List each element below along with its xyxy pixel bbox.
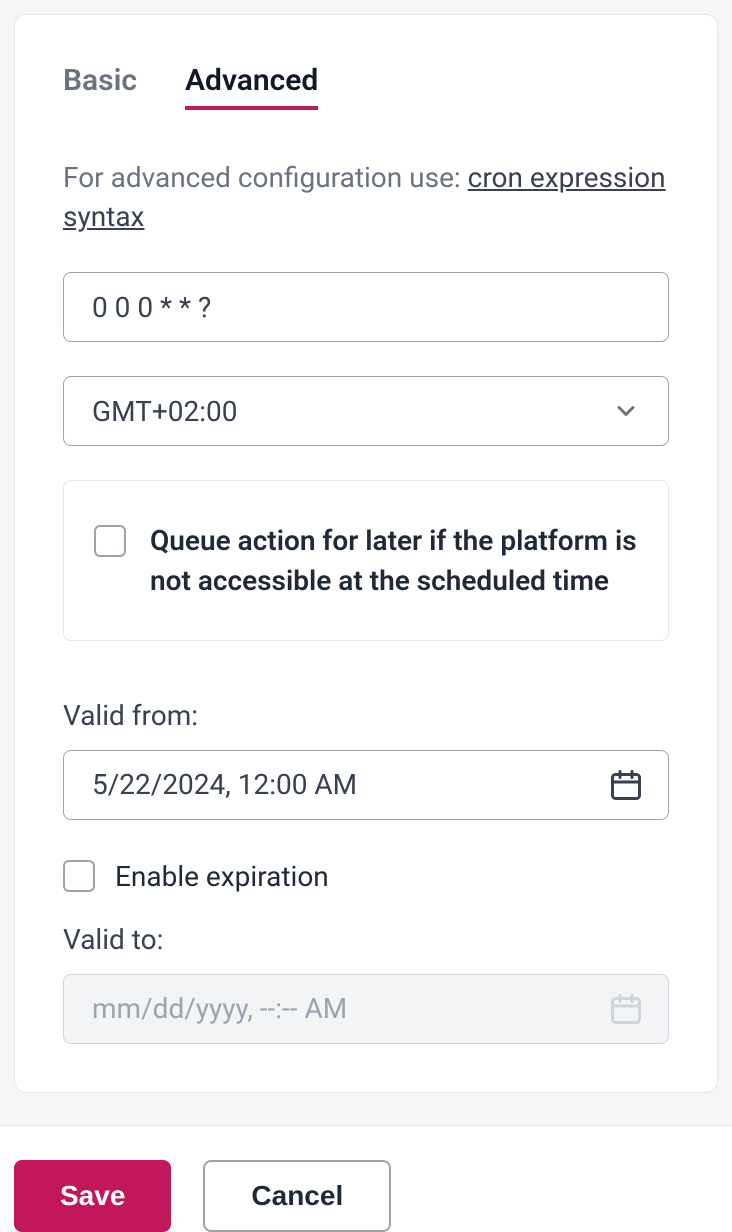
calendar-icon bbox=[608, 991, 644, 1027]
tab-advanced[interactable]: Advanced bbox=[185, 63, 318, 110]
help-prefix: For advanced configuration use: bbox=[63, 161, 468, 194]
tab-basic[interactable]: Basic bbox=[63, 63, 137, 110]
tabs: Basic Advanced bbox=[63, 63, 669, 110]
expiration-checkbox[interactable] bbox=[63, 860, 95, 892]
cron-input-wrapper bbox=[63, 272, 669, 342]
chevron-down-icon bbox=[612, 397, 640, 425]
timezone-value: GMT+02:00 bbox=[92, 395, 237, 428]
queue-label: Queue action for later if the platform i… bbox=[150, 521, 638, 599]
valid-to-label: Valid to: bbox=[63, 923, 669, 956]
valid-to-input: mm/dd/yyyy, --:-- AM bbox=[63, 974, 669, 1044]
footer: Save Cancel bbox=[0, 1125, 732, 1232]
help-text: For advanced configuration use: cron exp… bbox=[63, 158, 669, 236]
expiration-label: Enable expiration bbox=[115, 860, 329, 893]
valid-from-input[interactable]: 5/22/2024, 12:00 AM bbox=[63, 750, 669, 820]
queue-option: Queue action for later if the platform i… bbox=[63, 480, 669, 640]
expiration-row: Enable expiration bbox=[63, 860, 669, 893]
save-button[interactable]: Save bbox=[14, 1160, 171, 1232]
calendar-icon bbox=[608, 767, 644, 803]
timezone-select[interactable]: GMT+02:00 bbox=[63, 376, 669, 446]
valid-from-label: Valid from: bbox=[63, 699, 669, 732]
queue-checkbox[interactable] bbox=[94, 525, 126, 557]
config-card: Basic Advanced For advanced configuratio… bbox=[14, 14, 718, 1093]
valid-to-placeholder: mm/dd/yyyy, --:-- AM bbox=[92, 992, 347, 1025]
cron-input[interactable] bbox=[92, 291, 640, 324]
valid-from-value: 5/22/2024, 12:00 AM bbox=[92, 768, 357, 801]
cancel-button[interactable]: Cancel bbox=[203, 1160, 391, 1232]
